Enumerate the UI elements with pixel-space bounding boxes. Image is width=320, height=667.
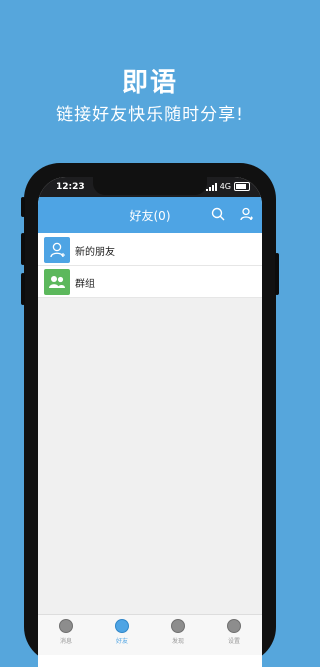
phone-side-button bbox=[21, 273, 25, 305]
status-time: 12:23 bbox=[56, 182, 85, 192]
network-type: 4G bbox=[219, 182, 231, 191]
list-item-groups[interactable]: 群组 bbox=[38, 266, 262, 298]
notch bbox=[93, 177, 207, 195]
phone-frame: 12:23 4G 好友(0) 新的朋友 群组 消息 好友 发现 设置 bbox=[21, 163, 279, 667]
page-title: 好友(0) bbox=[129, 209, 171, 223]
discover-icon bbox=[171, 619, 185, 633]
battery-icon bbox=[234, 182, 250, 191]
status-bar: 12:23 4G bbox=[38, 177, 262, 197]
status-indicators: 4G bbox=[205, 182, 250, 191]
group-icon bbox=[44, 269, 70, 295]
promo-title: 即语 bbox=[121, 68, 178, 98]
tab-label: 发现 bbox=[171, 638, 184, 645]
signal-icon bbox=[205, 182, 217, 191]
tab-discover[interactable]: 发现 bbox=[158, 619, 198, 645]
tab-settings[interactable]: 设置 bbox=[214, 619, 254, 645]
promo-subtitle: 链接好友快乐随时分享! bbox=[56, 105, 244, 125]
phone-side-button bbox=[275, 253, 279, 295]
settings-icon bbox=[227, 619, 241, 633]
message-icon bbox=[59, 619, 73, 633]
new-friend-icon bbox=[44, 237, 70, 263]
phone-screen: 12:23 4G 好友(0) 新的朋友 群组 消息 好友 发现 设置 bbox=[38, 177, 262, 667]
list-item-label: 群组 bbox=[75, 279, 95, 290]
tab-messages[interactable]: 消息 bbox=[46, 619, 86, 645]
search-icon[interactable] bbox=[210, 206, 226, 222]
tab-label: 设置 bbox=[227, 638, 240, 645]
tab-friends[interactable]: 好友 bbox=[102, 619, 142, 645]
tab-label: 好友 bbox=[115, 638, 128, 645]
list-item-new-friends[interactable]: 新的朋友 bbox=[38, 234, 262, 266]
list-item-label: 新的朋友 bbox=[75, 247, 115, 258]
phone-side-button bbox=[21, 233, 25, 265]
add-user-icon[interactable] bbox=[238, 206, 254, 222]
tab-label: 消息 bbox=[59, 638, 72, 645]
phone-side-button bbox=[21, 197, 25, 217]
friends-icon bbox=[115, 619, 129, 633]
content-area bbox=[38, 298, 262, 638]
navbar: 好友(0) bbox=[38, 197, 262, 233]
